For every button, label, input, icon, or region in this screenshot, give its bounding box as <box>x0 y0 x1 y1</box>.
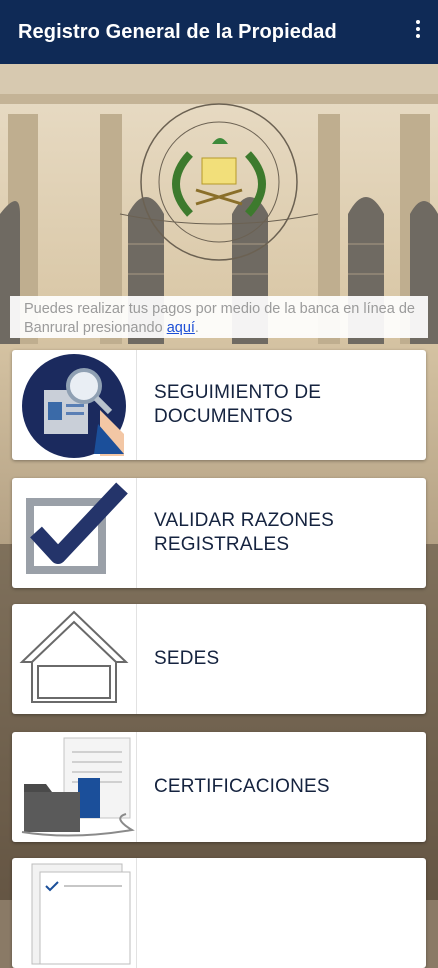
menu-card-label: SEDES <box>154 648 220 669</box>
menu-card-label: VALIDAR RAZONES REGISTRALES <box>154 510 335 555</box>
app-title: Registro General de la Propiedad <box>18 20 337 43</box>
banrural-link[interactable]: aquí <box>167 320 195 336</box>
app-bar: Registro General de la Propiedad <box>0 0 438 64</box>
document-search-icon <box>12 350 137 460</box>
notice-text: Puedes realizar tus pagos por medio de l… <box>24 301 415 336</box>
checklist-icon <box>12 858 137 968</box>
folder-documents-icon <box>12 732 137 842</box>
payment-notice: Puedes realizar tus pagos por medio de l… <box>10 296 428 338</box>
menu-card-validar[interactable]: VALIDAR RAZONES REGISTRALES <box>12 478 426 588</box>
menu-card-certificaciones[interactable]: CERTIFICACIONES <box>12 732 426 842</box>
menu-card-seguimiento[interactable]: SEGUIMIENTO DE DOCUMENTOS <box>12 350 426 460</box>
house-icon <box>12 604 137 714</box>
menu-card-5[interactable] <box>12 858 426 968</box>
menu-card-sedes[interactable]: SEDES <box>12 604 426 714</box>
notice-period: . <box>194 320 199 336</box>
checkbox-checked-icon <box>12 478 137 588</box>
more-vert-icon[interactable] <box>412 20 424 44</box>
menu-card-label: CERTIFICACIONES <box>154 776 330 797</box>
menu-card-label: SEGUIMIENTO DE DOCUMENTOS <box>154 382 322 427</box>
